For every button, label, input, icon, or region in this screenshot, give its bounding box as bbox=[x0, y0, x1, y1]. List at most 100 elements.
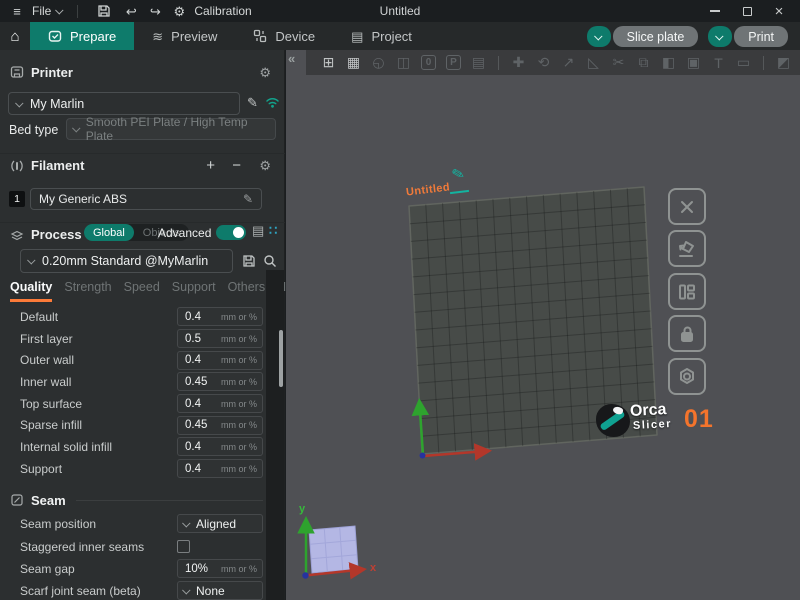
process-preset-select[interactable]: 0.20mm Standard @MyMarlin bbox=[20, 249, 233, 273]
wifi-icon[interactable] bbox=[265, 96, 280, 109]
seam-position-row: Seam position Aligned bbox=[0, 514, 266, 533]
param-label: Internal solid infill bbox=[20, 440, 112, 454]
minimize-icon bbox=[710, 10, 720, 12]
chevron-down-icon bbox=[182, 586, 190, 594]
bed-type-select[interactable]: Smooth PEI Plate / High Temp Plate bbox=[66, 118, 276, 140]
settings-tabs: Quality Strength Speed Support Others No… bbox=[10, 280, 310, 302]
slice-plate-split-button: Slice plate bbox=[587, 26, 699, 47]
slice-options-dropdown[interactable] bbox=[587, 26, 611, 47]
filament-icon bbox=[9, 159, 25, 173]
printer-preset-select[interactable]: My Marlin bbox=[8, 92, 240, 115]
viewport-3d[interactable]: « ⊞▦◵◫0P▤✚⟲↗◺✂⧉◧▣T▭◩ bbox=[286, 50, 800, 600]
file-menu[interactable]: File bbox=[32, 4, 51, 18]
project-icon: ▤ bbox=[351, 30, 363, 43]
calibration-menu[interactable]: Calibration bbox=[194, 4, 251, 18]
param-input[interactable]: 0.4mm or % bbox=[177, 307, 263, 326]
printer-icon bbox=[9, 65, 25, 79]
preview-icon: ≋ bbox=[152, 30, 163, 43]
scope-global-button[interactable]: Global bbox=[84, 224, 134, 241]
orca-slicer-window: ≡ File ↩ ↪ ⚙ Calibration Untitled × ⌂ bbox=[0, 0, 800, 600]
tab-prepare-label: Prepare bbox=[70, 29, 116, 44]
tab-device[interactable]: Device bbox=[235, 22, 333, 50]
lock-plate-button[interactable] bbox=[668, 315, 706, 352]
auto-orient-plate-button[interactable] bbox=[668, 230, 706, 267]
filament-preset-select[interactable]: My Generic ABS ✎ bbox=[30, 188, 262, 210]
tab-support[interactable]: Support bbox=[172, 280, 216, 302]
search-presets-icon[interactable] bbox=[263, 254, 277, 268]
sidebar: Printer ⚙ My Marlin ✎ Bed type Smooth PE… bbox=[0, 50, 285, 600]
tab-project-label: Project bbox=[371, 29, 411, 44]
staggered-seams-checkbox[interactable] bbox=[177, 540, 190, 553]
print-button[interactable]: Print bbox=[734, 26, 788, 47]
tab-others[interactable]: Others bbox=[228, 280, 266, 302]
parameter-table-icon[interactable]: ▤ bbox=[252, 224, 264, 237]
plate-settings-button[interactable] bbox=[668, 358, 706, 395]
tab-project[interactable]: ▤ Project bbox=[333, 22, 430, 50]
mini-plate-thumbnail[interactable] bbox=[309, 526, 358, 573]
param-input[interactable]: 0.4mm or % bbox=[177, 351, 263, 370]
filament-slot-number[interactable]: 1 bbox=[9, 191, 25, 207]
tab-quality[interactable]: Quality bbox=[10, 280, 52, 302]
param-input[interactable]: 0.45mm or % bbox=[177, 372, 263, 391]
process-preset-value: 0.20mm Standard @MyMarlin bbox=[42, 254, 208, 268]
bed-type-label: Bed type bbox=[9, 123, 58, 137]
edit-printer-icon[interactable]: ✎ bbox=[247, 96, 258, 109]
redo-icon[interactable]: ↪ bbox=[146, 5, 164, 18]
orca-logo bbox=[596, 404, 630, 437]
process-section-title: Process bbox=[31, 227, 82, 242]
param-row-sparse-infill: Sparse infill 0.45mm or % bbox=[0, 414, 266, 436]
param-input[interactable]: 0.4mm or % bbox=[177, 459, 263, 478]
seam-position-select[interactable]: Aligned bbox=[177, 514, 263, 533]
seam-section-header[interactable]: Seam bbox=[0, 490, 285, 510]
build-plate-canvas[interactable] bbox=[286, 50, 800, 600]
sidebar-scrollbar[interactable] bbox=[266, 270, 284, 600]
delete-plate-button[interactable] bbox=[668, 188, 706, 225]
param-label: Top surface bbox=[20, 397, 82, 411]
maximize-icon bbox=[743, 7, 752, 16]
param-row-support: Support 0.4mm or % bbox=[0, 458, 266, 480]
hamburger-menu-icon[interactable]: ≡ bbox=[8, 5, 26, 18]
print-options-dropdown[interactable] bbox=[708, 26, 732, 47]
seam-icon bbox=[9, 494, 25, 506]
filament-section-header: Filament + − ⚙ bbox=[0, 153, 285, 175]
calibration-gear-icon[interactable]: ⚙ bbox=[170, 5, 188, 18]
scrollbar-thumb[interactable] bbox=[279, 330, 283, 387]
tab-strength[interactable]: Strength bbox=[64, 280, 111, 302]
seam-gap-input[interactable]: 10%mm or % bbox=[177, 559, 263, 578]
remove-filament-button[interactable]: − bbox=[232, 158, 241, 173]
tab-speed[interactable]: Speed bbox=[124, 280, 160, 302]
section-divider bbox=[76, 500, 263, 501]
param-input[interactable]: 0.45mm or % bbox=[177, 416, 263, 435]
param-input[interactable]: 0.4mm or % bbox=[177, 394, 263, 413]
window-close-button[interactable]: × bbox=[768, 2, 790, 20]
param-label: First layer bbox=[20, 332, 73, 346]
slice-plate-button[interactable]: Slice plate bbox=[613, 26, 699, 47]
lock-icon bbox=[677, 324, 697, 344]
param-input[interactable]: 0.4mm or % bbox=[177, 437, 263, 456]
arrange-plate-button[interactable] bbox=[668, 273, 706, 310]
edit-filament-icon[interactable]: ✎ bbox=[243, 193, 253, 205]
printer-section-header: Printer ⚙ bbox=[0, 61, 285, 83]
tab-prepare[interactable]: Prepare bbox=[30, 22, 134, 50]
undo-icon[interactable]: ↩ bbox=[122, 5, 140, 18]
window-maximize-button[interactable] bbox=[736, 2, 758, 20]
window-minimize-button[interactable] bbox=[704, 2, 726, 20]
printer-settings-gear-icon[interactable]: ⚙ bbox=[259, 66, 271, 79]
home-button[interactable]: ⌂ bbox=[0, 29, 30, 44]
param-input[interactable]: 0.5mm or % bbox=[177, 329, 263, 348]
seam-section-title: Seam bbox=[31, 493, 66, 508]
add-filament-button[interactable]: + bbox=[206, 158, 215, 173]
save-preset-icon[interactable] bbox=[242, 254, 256, 268]
plate-number: 01 bbox=[684, 405, 714, 434]
compare-presets-icon[interactable]: ∷ bbox=[269, 224, 277, 237]
save-icon[interactable] bbox=[97, 4, 111, 18]
param-row-outer-wall: Outer wall 0.4mm or % bbox=[0, 349, 266, 371]
filament-settings-gear-icon[interactable]: ⚙ bbox=[259, 159, 271, 172]
chevron-down-icon bbox=[182, 519, 190, 527]
advanced-toggle[interactable] bbox=[216, 225, 246, 240]
file-menu-chevron-icon[interactable] bbox=[55, 6, 63, 14]
tab-preview[interactable]: ≋ Preview bbox=[134, 22, 235, 50]
arrange-icon bbox=[677, 282, 697, 302]
mini-x-axis-label: x bbox=[370, 562, 376, 574]
scarf-joint-select[interactable]: None bbox=[177, 581, 263, 600]
